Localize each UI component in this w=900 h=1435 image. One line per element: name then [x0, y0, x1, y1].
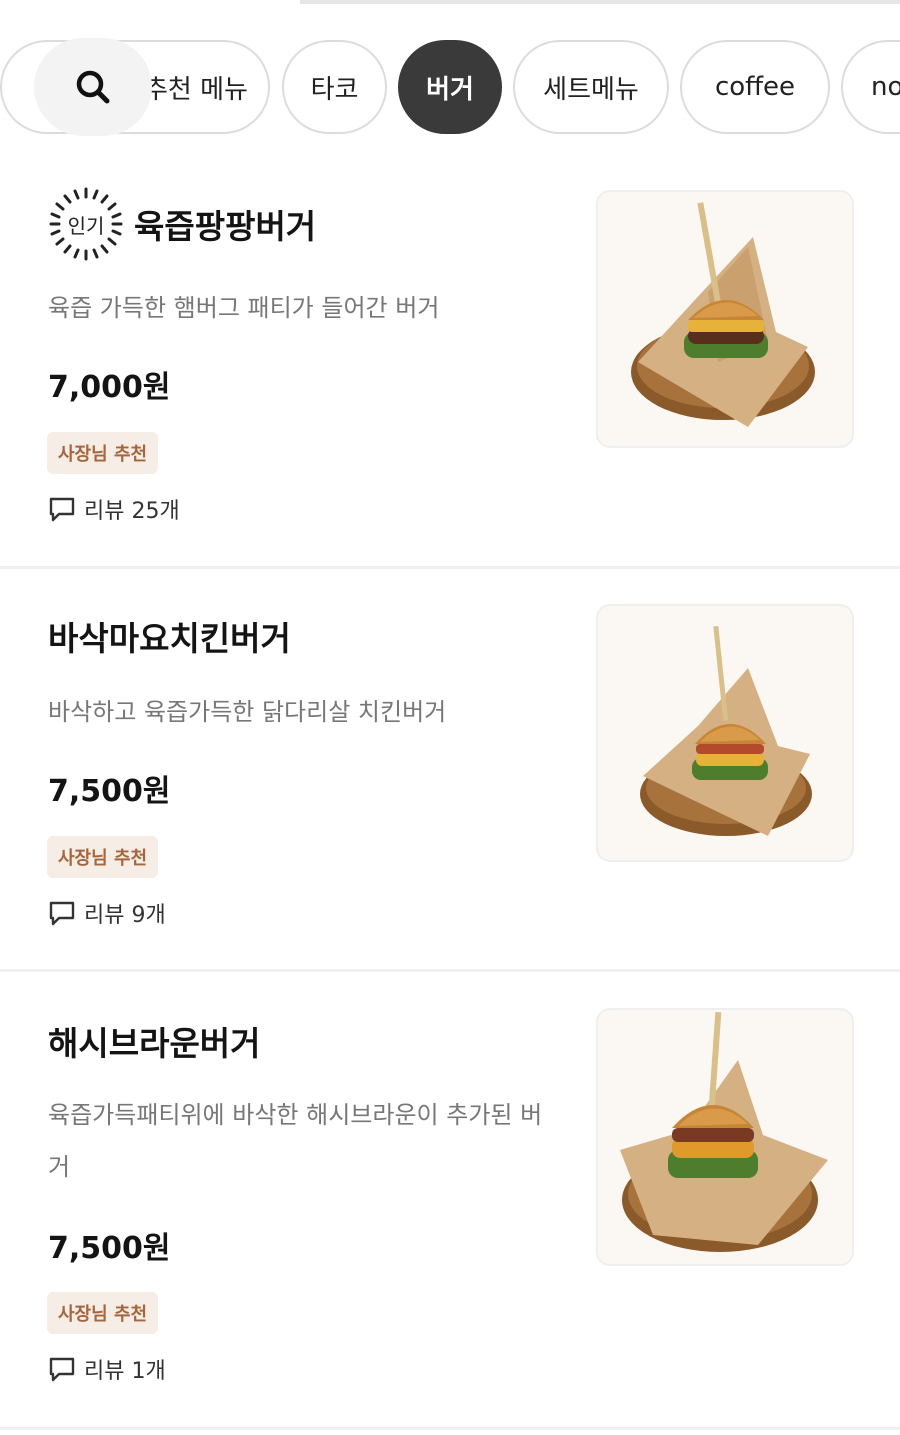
- menu-item-name-row: 해시브라운버거: [48, 1017, 261, 1065]
- category-label: coffee: [714, 72, 796, 102]
- menu-item[interactable]: 해시브라운버거 육즙가득패티위에 바삭한 해시브라운이 추가된 버거 7,500…: [0, 975, 900, 1430]
- category-chip-coffee[interactable]: coffee: [680, 40, 830, 134]
- menu-item-name: 육즙팡팡버거: [134, 207, 317, 246]
- menu-item-name: 바삭마요치킨버거: [48, 619, 291, 658]
- category-chip-set-menu[interactable]: 세트메뉴: [513, 40, 669, 134]
- menu-item[interactable]: 인기 육즙팡팡버거 육즙 가득한 햄버그 패티가 들어간 버거 7,000원 사…: [0, 160, 900, 569]
- search-button[interactable]: [34, 38, 152, 136]
- review-count-label: 리뷰 25개: [84, 499, 180, 524]
- menu-item[interactable]: 바삭마요치킨버거 바삭하고 육즙가득한 닭다리살 치킨버거 7,500원 사장님…: [0, 572, 900, 972]
- popular-label: 인기: [67, 213, 105, 238]
- category-label: 타코: [310, 74, 359, 105]
- menu-item-description: 바삭하고 육즙가득한 닭다리살 치킨버거: [48, 698, 447, 726]
- comment-icon: [49, 497, 75, 522]
- menu-item-name-row: 인기 육즙팡팡버거: [48, 186, 316, 262]
- review-count-label: 리뷰 1개: [84, 1359, 166, 1384]
- category-label: 추천 메뉴: [144, 74, 248, 105]
- owner-recommend-badge: 사장님 추천: [47, 836, 159, 878]
- menu-item-price: 7,500원: [48, 774, 171, 809]
- review-count[interactable]: 리뷰 25개: [48, 493, 180, 525]
- category-label: no: [871, 72, 900, 102]
- review-count-label: 리뷰 9개: [84, 903, 166, 928]
- menu-item-name: 해시브라운버거: [48, 1024, 261, 1063]
- menu-item-description: 육즙 가득한 햄버그 패티가 들어간 버거: [48, 294, 440, 322]
- menu-item-name-row: 바삭마요치킨버거: [48, 612, 291, 660]
- menu-item-image[interactable]: [596, 1008, 854, 1266]
- menu-item-description: 육즙가득패티위에 바삭한 해시브라운이 추가된 버거: [48, 1101, 543, 1181]
- review-count[interactable]: 리뷰 9개: [48, 897, 166, 929]
- category-label: 세트메뉴: [543, 74, 639, 105]
- category-label: 버거: [426, 74, 474, 105]
- category-chip-more[interactable]: no: [841, 40, 900, 134]
- category-chip-burger[interactable]: 버거: [398, 40, 502, 134]
- popular-badge: 인기: [48, 186, 124, 262]
- comment-icon: [49, 1357, 75, 1382]
- menu-item-price: 7,000원: [48, 370, 171, 405]
- owner-recommend-badge: 사장님 추천: [47, 432, 159, 474]
- menu-item-image[interactable]: [596, 604, 854, 862]
- search-icon: [76, 70, 110, 104]
- owner-recommend-badge: 사장님 추천: [47, 1292, 159, 1334]
- menu-item-image[interactable]: [596, 190, 854, 448]
- category-bar: 추천 메뉴 타코 버거 세트메뉴 coffee no: [0, 38, 900, 138]
- category-chip-taco[interactable]: 타코: [282, 40, 387, 134]
- burger-photo: [631, 202, 815, 427]
- comment-icon: [49, 901, 75, 926]
- burger-photo: [620, 1011, 828, 1252]
- review-count[interactable]: 리뷰 1개: [48, 1353, 166, 1385]
- top-divider: [300, 0, 900, 4]
- burger-photo: [640, 625, 812, 836]
- menu-item-price: 7,500원: [48, 1231, 171, 1266]
